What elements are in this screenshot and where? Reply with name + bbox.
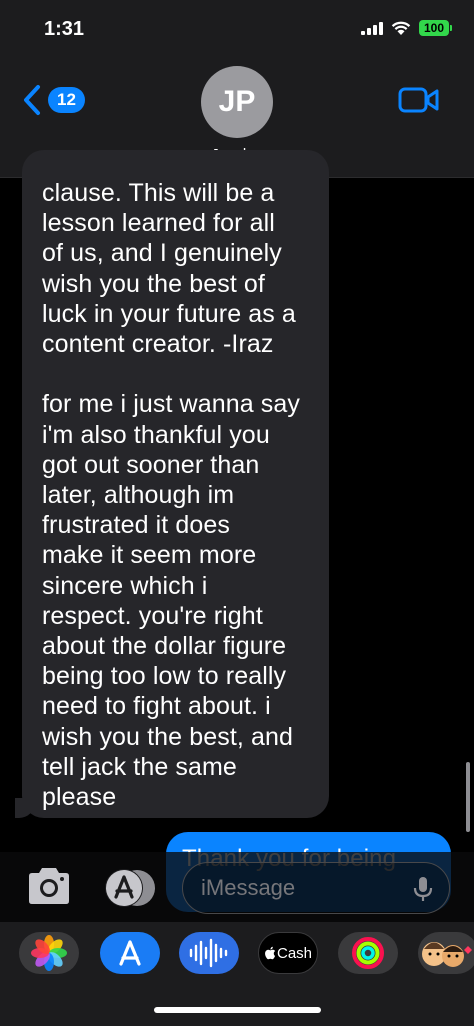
facetime-video-button[interactable]	[398, 86, 440, 119]
battery-level: 100	[419, 20, 449, 36]
chevron-left-icon	[24, 85, 40, 115]
apple-cash-label: Cash	[276, 944, 313, 962]
app-store-app-button[interactable]	[100, 932, 160, 974]
cellular-signal-icon	[361, 21, 383, 35]
fitness-app-button[interactable]	[338, 932, 398, 974]
home-indicator[interactable]	[154, 1007, 321, 1013]
battery-icon: 100	[419, 20, 452, 36]
incoming-message-text: clause. This will be a lesson learned fo…	[42, 179, 300, 812]
status-icons: 100	[361, 20, 452, 36]
apple-logo-icon	[265, 946, 276, 960]
audio-message-app-button[interactable]	[179, 932, 239, 974]
contact-avatar[interactable]: JP	[201, 66, 273, 138]
back-button[interactable]: 12	[22, 84, 85, 116]
photos-app-button[interactable]	[19, 932, 79, 974]
unread-count-badge: 12	[48, 87, 85, 113]
status-time: 1:31	[44, 18, 85, 40]
waveform-icon	[189, 938, 228, 968]
apple-cash-app-button[interactable]: Cash	[258, 932, 318, 974]
apps-button[interactable]	[102, 868, 157, 908]
scroll-indicator[interactable]	[466, 762, 470, 832]
message-input[interactable]	[201, 873, 401, 903]
video-camera-icon	[398, 87, 439, 113]
wifi-icon	[391, 21, 411, 35]
memoji-icon	[422, 942, 472, 967]
camera-button[interactable]	[25, 866, 73, 911]
imessage-input-pill[interactable]	[182, 862, 450, 914]
photos-icon	[31, 935, 67, 971]
microphone-icon	[413, 877, 433, 901]
camera-icon	[29, 868, 69, 904]
memoji-stickers-app-button[interactable]	[418, 932, 474, 974]
incoming-message-bubble[interactable]: clause. This will be a lesson learned fo…	[2, 150, 329, 818]
app-store-a-icon	[119, 940, 141, 966]
app-store-icon	[105, 869, 155, 907]
dictation-button[interactable]	[413, 875, 433, 908]
activity-rings-icon	[352, 937, 384, 969]
